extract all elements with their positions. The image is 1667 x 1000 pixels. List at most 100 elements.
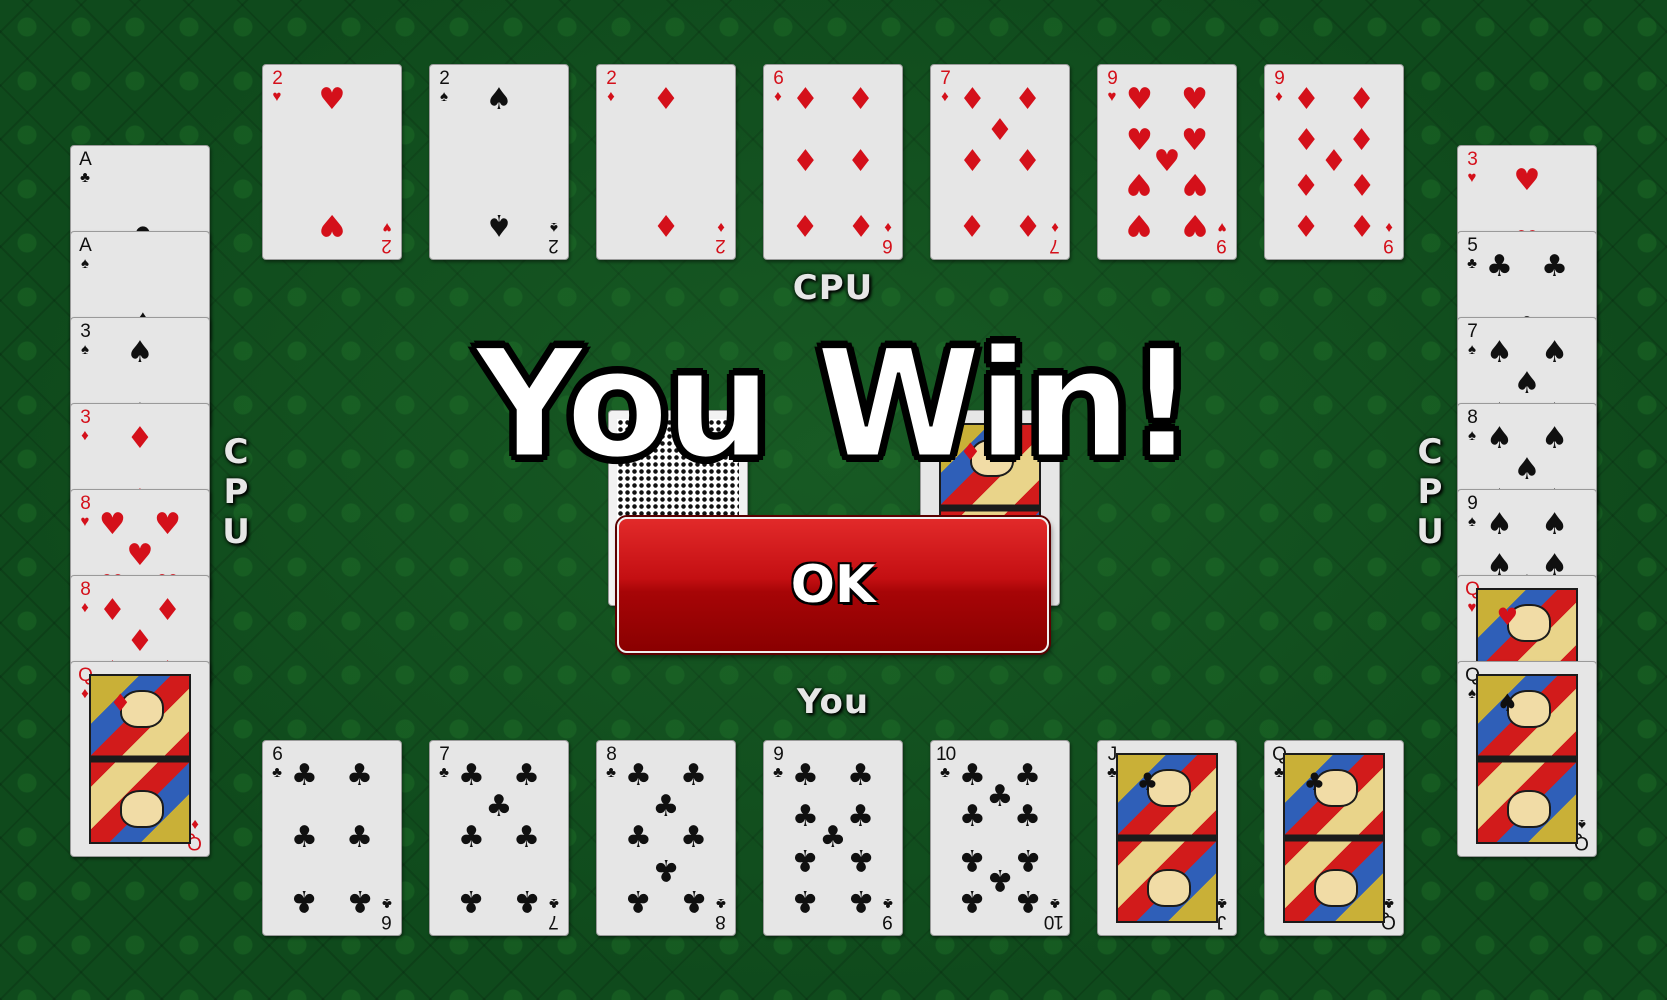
clubs-pip-icon: ♣ [457,820,485,855]
clubs-icon: ♣ [382,895,392,912]
diamonds-pip-icon: ♦ [652,81,680,117]
card-rank: 7 [439,744,450,765]
clubs-pip-icon: ♣ [1014,883,1042,919]
right-card[interactable]: Q ♠ Q ♠ ♠ [1457,661,1597,857]
card-index: 6 ♣ [378,895,396,932]
face-card-art: ♣ [1283,753,1385,923]
card-rank: 6 [382,911,392,932]
clubs-pip-icon: ♣ [1303,767,1326,796]
card-rank: 9 [883,911,893,932]
hearts-pip-icon: ♥ [1513,162,1541,198]
top-card[interactable]: 2 ♥ 2 ♥ ♥ ♥ [262,64,402,260]
spades-pip-icon: ♠ [1513,451,1541,487]
spades-pip-icon: ♠ [1541,420,1569,456]
card-index: 2 ♥ [378,219,396,256]
card-rank: 7 [940,68,951,89]
bottom-card[interactable]: 6 ♣ 6 ♣ ♣ ♣ ♣ ♣ ♣ ♣ [262,740,402,936]
hearts-icon: ♥ [382,219,392,236]
diamonds-icon: ♦ [941,88,949,105]
spades-icon: ♠ [440,88,448,105]
card-index: A♠ [76,235,94,272]
clubs-pip-icon: ♣ [457,757,485,793]
top-card[interactable]: 9 ♦ 9 ♦ ♦ ♦ ♦ ♦ ♦ ♦ ♦ ♦ ♦ [1264,64,1404,260]
spades-pip-icon: ♠ [1541,506,1569,542]
clubs-pip-icon: ♣ [1014,757,1042,793]
bottom-card[interactable]: 8 ♣ 8 ♣ ♣ ♣ ♣ ♣ ♣ ♣ ♣ ♣ [596,740,736,936]
bottom-card[interactable]: 7 ♣ 7 ♣ ♣ ♣ ♣ ♣ ♣ ♣ ♣ [429,740,569,936]
card-index: 9 ♦ [1270,68,1288,105]
clubs-pip-icon: ♣ [847,757,875,793]
card-rank: 9 [1384,235,1394,256]
spades-pip-icon: ♠ [485,81,513,117]
hearts-icon: ♥ [1467,169,1477,186]
clubs-pip-icon: ♣ [1485,248,1513,284]
clubs-pip-icon: ♣ [791,842,819,878]
card-index: 8♠ [1463,407,1481,444]
bottom-player-label: You [796,682,870,722]
clubs-pip-icon: ♣ [958,798,986,834]
bottom-card[interactable]: Q ♣ Q ♣ ♣ [1264,740,1404,936]
card-index: 6 ♣ [268,744,286,781]
diamonds-icon: ♦ [717,219,725,236]
ok-button[interactable]: OK [617,517,1049,653]
card-rank: 6 [272,744,283,765]
face-portrait [1507,790,1551,828]
card-rank: 3 [1467,149,1478,170]
card-index: 10 ♣ [1045,895,1064,932]
card-index: 9 ♦ [1380,219,1398,256]
card-index: 9 ♥ [1213,219,1231,256]
spades-pip-icon: ♠ [1541,334,1569,370]
clubs-pip-icon: ♣ [513,820,541,855]
card-index: 8 ♣ [712,895,730,932]
clubs-pip-icon: ♣ [290,820,318,855]
clubs-pip-icon: ♣ [290,883,318,919]
bottom-card[interactable]: 10 ♣ 10 ♣ ♣ ♣ ♣ ♣ ♣ ♣ ♣ ♣ ♣ ♣ [930,740,1070,936]
card-rank: A [79,235,92,256]
card-rank: 8 [1467,407,1478,428]
clubs-pip-icon: ♣ [624,820,652,855]
clubs-pip-icon: ♣ [346,820,374,855]
bottom-card[interactable]: J ♣ J ♣ ♣ [1097,740,1237,936]
clubs-icon: ♣ [549,895,559,912]
clubs-pip-icon: ♣ [513,883,541,919]
card-index: 7 ♦ [936,68,954,105]
top-card[interactable]: 6 ♦ 6 ♦ ♦ ♦ ♦ ♦ ♦ ♦ [763,64,903,260]
win-title: You Win! [474,318,1198,492]
diamonds-icon: ♦ [1275,88,1283,105]
card-index: 8♥ [76,494,94,530]
top-card[interactable]: 2 ♠ 2 ♠ ♠ ♠ [429,64,569,260]
card-rank: 9 [1274,68,1285,89]
hearts-icon: ♥ [1217,219,1227,236]
card-index: 6 ♦ [769,69,787,105]
clubs-icon: ♣ [883,895,893,912]
card-rank: 9 [1217,235,1227,256]
spades-pip-icon: ♠ [1485,420,1513,456]
diamonds-pip-icon: ♦ [126,623,154,659]
card-index: 9 ♣ [879,895,897,932]
card-rank: 9 [1107,68,1118,89]
top-card[interactable]: 7 ♦ 7 ♦ ♦ ♦ ♦ ♦ ♦ ♦ ♦ [930,64,1070,260]
diamonds-pip-icon: ♦ [1292,166,1320,202]
bottom-card[interactable]: 9 ♣ 9 ♣ ♣ ♣ ♣ ♣ ♣ ♣ ♣ ♣ ♣ [763,740,903,936]
clubs-pip-icon: ♣ [680,820,708,855]
card-index: 2 ♦ [712,219,730,256]
clubs-pip-icon: ♣ [791,883,819,919]
diamonds-pip-icon: ♦ [1348,166,1376,202]
top-player-label: CPU [792,268,874,308]
card-rank: 7 [1050,235,1060,256]
card-rank: 2 [606,68,617,89]
top-card[interactable]: 2 ♦ 2 ♦ ♦ ♦ [596,64,736,260]
diamonds-pip-icon: ♦ [986,112,1014,148]
diamonds-pip-icon: ♦ [847,207,875,243]
diamonds-icon: ♦ [81,599,89,616]
clubs-icon: ♣ [1467,255,1477,272]
clubs-pip-icon: ♣ [513,757,541,793]
game-table: 2 ♥ 2 ♥ ♥ ♥ 2 ♠ 2 ♠ ♠ ♠ 2 ♦ 2 ♦ ♦ ♦ 6 ♦ 6 ♦ ♦ ♦ ♦ ♦ ♦ ♦ 7 ♦ 7 ♦ ♦ ♦ ♦ ♦ ♦ ♦ ♦ 9… [0,0,1667,1000]
left-card[interactable]: Q ♦ Q ♦ ♦ [70,661,210,857]
card-index: 8♦ [76,580,94,616]
clubs-pip-icon: ♣ [1541,248,1569,284]
card-rank: 10 [936,744,956,765]
card-index: 6 ♦ [879,219,897,256]
top-card[interactable]: 9 ♥ 9 ♥ ♥ ♥ ♥ ♥ ♥ ♥ ♥ ♥ ♥ [1097,64,1237,260]
clubs-icon: ♣ [439,764,449,781]
